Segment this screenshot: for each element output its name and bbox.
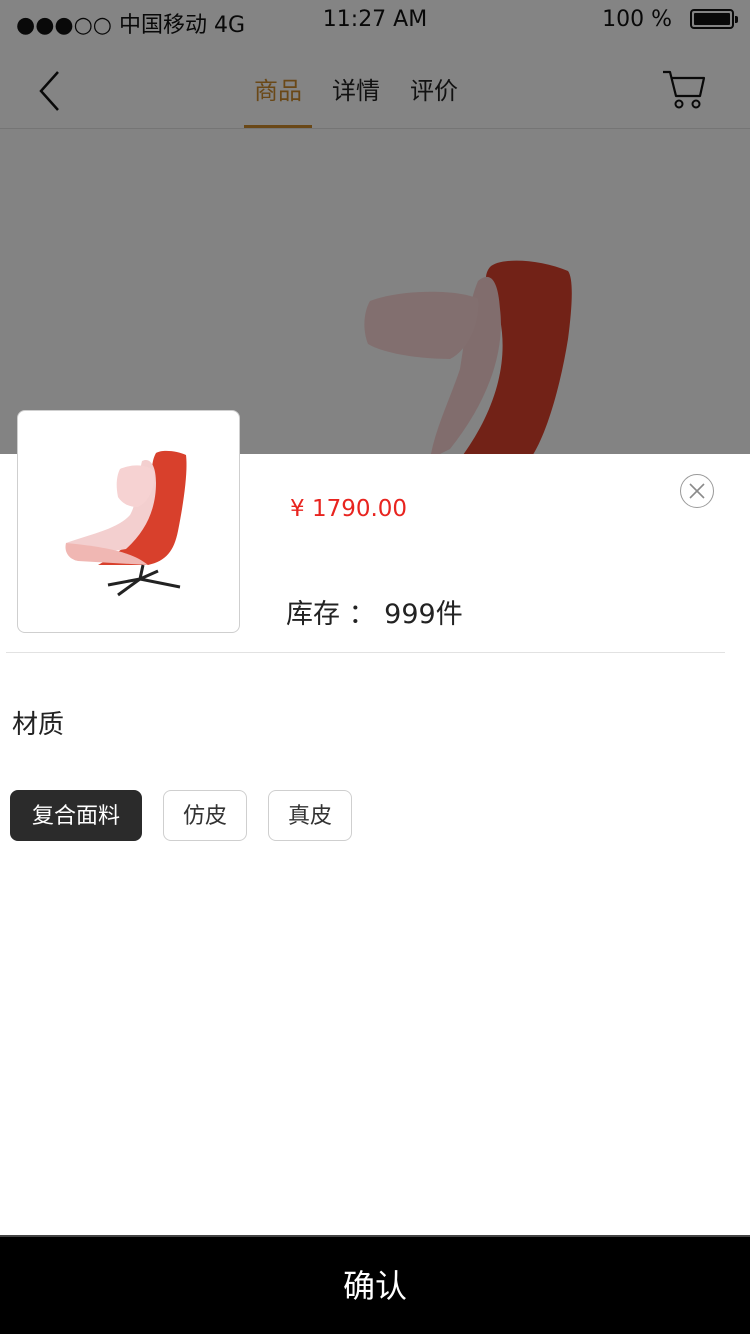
product-price: ¥ 1790.00 bbox=[290, 496, 408, 522]
option-faux-leather[interactable]: 仿皮 bbox=[163, 790, 248, 841]
close-button[interactable] bbox=[680, 474, 714, 508]
stock-count: 库存 ： 999件 bbox=[286, 599, 463, 630]
option-composite-fabric[interactable]: 复合面料 bbox=[10, 790, 143, 841]
option-genuine-leather[interactable]: 真皮 bbox=[268, 790, 353, 841]
product-thumbnail bbox=[17, 410, 240, 633]
close-icon bbox=[689, 483, 705, 499]
spec-title: 材质 bbox=[12, 710, 65, 740]
chair-thumbnail-image bbox=[65, 450, 187, 597]
divider bbox=[6, 652, 725, 653]
material-options: 复合面料 仿皮 真皮 bbox=[10, 790, 373, 841]
dim-overlay[interactable] bbox=[0, 0, 750, 454]
confirm-button[interactable]: 确认 bbox=[0, 1235, 750, 1334]
